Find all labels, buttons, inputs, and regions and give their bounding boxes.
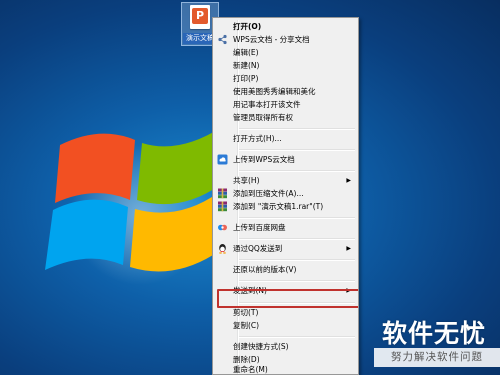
menu-separator [239, 238, 355, 240]
menu-item-label: WPS云文档 - 分享文档 [233, 35, 310, 44]
submenu-arrow-icon: ▶ [346, 177, 351, 184]
menu-item-label: 添加到压缩文件(A)... [233, 189, 304, 198]
menu-item-label: 复制(C) [233, 321, 260, 330]
menu-item-label: 剪切(T) [233, 308, 259, 317]
menu-item-label: 创建快捷方式(S) [233, 342, 289, 351]
menu-item-label: 编辑(E) [233, 48, 259, 57]
menu-item-print[interactable]: 打印(P) [215, 72, 356, 85]
menu-item-create-shortcut[interactable]: 创建快捷方式(S) [215, 340, 356, 353]
menu-separator [239, 336, 355, 338]
menu-item-upload-wps[interactable]: 上传到WPS云文档 [215, 153, 356, 166]
menu-item-take-ownership[interactable]: 管理员取得所有权 [215, 111, 356, 124]
menu-item-wps-share[interactable]: WPS云文档 - 分享文档 [215, 33, 356, 46]
menu-item-label: 用记事本打开该文件 [233, 100, 301, 109]
wps-cloud-icon [217, 154, 228, 165]
context-menu: 打开(O) WPS云文档 - 分享文档 编辑(E) 新建(N) 打印(P) 使用… [212, 17, 359, 375]
menu-item-label: 重命名(M) [233, 365, 268, 374]
ppt-file-icon: P [190, 5, 210, 29]
menu-item-restore-versions[interactable]: 还原以前的版本(V) [215, 263, 356, 276]
menu-item-label: 管理员取得所有权 [233, 113, 293, 122]
menu-separator [239, 302, 355, 304]
menu-item-baidu-netdisk[interactable]: 上传到百度网盘 [215, 221, 356, 234]
menu-item-send-qq[interactable]: 通过QQ发送到 ▶ [215, 242, 356, 255]
menu-item-meitu[interactable]: 使用美图秀秀编辑和美化 [215, 85, 356, 98]
menu-item-label: 还原以前的版本(V) [233, 265, 297, 274]
menu-item-open[interactable]: 打开(O) [215, 20, 356, 33]
menu-item-share[interactable]: 共享(H) ▶ [215, 174, 356, 187]
menu-item-cut[interactable]: 剪切(T) [215, 306, 356, 319]
ppt-letter: P [192, 8, 208, 24]
menu-item-label: 新建(N) [233, 61, 260, 70]
menu-item-label: 打印(P) [233, 74, 259, 83]
menu-separator [239, 280, 355, 282]
menu-item-copy[interactable]: 复制(C) [215, 319, 356, 332]
menu-item-label: 共享(H) [233, 176, 260, 185]
watermark: 软件无忧 努力解决软件问题 [368, 312, 500, 372]
menu-separator [239, 217, 355, 219]
menu-item-label: 打开方式(H)... [233, 134, 282, 143]
baidu-netdisk-icon [218, 224, 227, 231]
menu-item-label: 上传到百度网盘 [233, 223, 286, 232]
winrar-icon [218, 201, 227, 212]
menu-separator [239, 259, 355, 261]
menu-item-label: 打开(O) [233, 22, 262, 31]
menu-item-notepad[interactable]: 用记事本打开该文件 [215, 98, 356, 111]
menu-item-label: 使用美图秀秀编辑和美化 [233, 87, 316, 96]
menu-item-add-archive[interactable]: 添加到压缩文件(A)... [215, 187, 356, 200]
menu-item-edit[interactable]: 编辑(E) [215, 46, 356, 59]
watermark-title: 软件无忧 [381, 319, 486, 348]
menu-separator [239, 149, 355, 151]
menu-item-label: 添加到 "演示文稿1.rar"(T) [233, 202, 324, 211]
menu-item-open-with[interactable]: 打开方式(H)... [215, 132, 356, 145]
submenu-arrow-icon: ▶ [346, 245, 351, 252]
share-icon [218, 34, 227, 45]
menu-item-label: 通过QQ发送到 [233, 244, 283, 253]
watermark-subtitle: 努力解决软件问题 [374, 348, 500, 367]
menu-item-rename[interactable]: 重命名(M) [215, 363, 356, 374]
menu-item-label: 上传到WPS云文档 [233, 155, 295, 164]
qq-icon [219, 244, 226, 254]
menu-item-new[interactable]: 新建(N) [215, 59, 356, 72]
menu-separator [239, 128, 355, 130]
menu-item-add-rar[interactable]: 添加到 "演示文稿1.rar"(T) [215, 200, 356, 213]
menu-separator [239, 170, 355, 172]
winrar-icon [218, 188, 227, 199]
